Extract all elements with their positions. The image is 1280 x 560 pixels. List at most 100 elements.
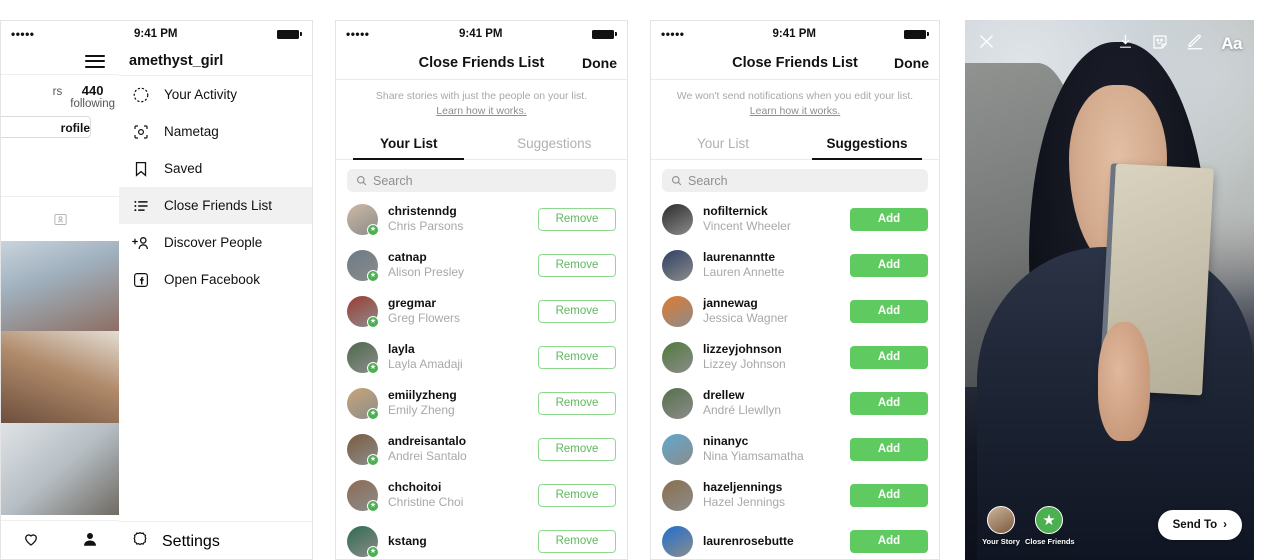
menu-item-close-friends-list[interactable]: Close Friends List xyxy=(119,187,312,224)
phone-panel-profile-menu: ••••• 9:41 PM rs 440 following rofile am… xyxy=(0,20,313,560)
list-item[interactable]: laurenrosebutte Add xyxy=(662,518,928,559)
sticker-icon[interactable] xyxy=(1151,33,1169,56)
list-item[interactable]: ★ layla Layla Amadaji Remove xyxy=(347,334,616,380)
avatar[interactable] xyxy=(662,479,693,511)
signal-dots-icon: ••••• xyxy=(346,27,370,41)
search-input[interactable]: Search xyxy=(347,169,616,193)
avatar[interactable] xyxy=(662,295,693,327)
close-icon[interactable] xyxy=(977,32,996,56)
close-friends-star-badge: ★ xyxy=(367,545,379,558)
menu-item-settings[interactable]: Settings xyxy=(119,521,312,559)
list-item-names: chchoitoi Christine Choi xyxy=(388,480,528,511)
search-input[interactable]: Search xyxy=(662,169,928,193)
list-item[interactable]: ★ christenndg Chris Parsons Remove xyxy=(347,196,616,242)
tab-your-list[interactable]: Your List xyxy=(651,129,795,159)
menu-item-your-activity[interactable]: Your Activity xyxy=(119,76,312,113)
add-button[interactable]: Add xyxy=(850,207,928,231)
add-button[interactable]: Add xyxy=(850,299,928,323)
list-item[interactable]: ninanyc Nina Yiamsamatha Add xyxy=(662,426,928,472)
list-item[interactable]: jannewag Jessica Wagner Add xyxy=(662,288,928,334)
tab-suggestions[interactable]: Suggestions xyxy=(795,129,939,161)
avatar[interactable] xyxy=(662,203,693,235)
menu-item-nametag[interactable]: Nametag xyxy=(119,113,312,150)
list-item-names: lizzeyjohnson Lizzey Johnson xyxy=(703,342,840,373)
remove-button[interactable]: Remove xyxy=(538,437,616,461)
list-item[interactable]: laurenanntte Lauren Annette Add xyxy=(662,242,928,288)
add-button[interactable]: Add xyxy=(850,529,928,553)
avatar[interactable]: ★ xyxy=(347,295,379,328)
list-item[interactable]: drellew André Llewllyn Add xyxy=(662,380,928,426)
remove-button[interactable]: Remove xyxy=(538,391,616,415)
avatar[interactable]: ★ xyxy=(347,479,379,512)
learn-how-it-works-link[interactable]: Learn how it works. xyxy=(436,105,526,117)
list-item-username: laurenanntte xyxy=(703,250,776,265)
menu-item-open-facebook[interactable]: Open Facebook xyxy=(119,261,312,298)
profile-underlay: rs 440 following rofile xyxy=(1,47,120,559)
add-button[interactable]: Add xyxy=(850,253,928,277)
download-icon[interactable] xyxy=(1117,33,1134,55)
list-item-username: kstang xyxy=(388,533,427,548)
profile-photo-2[interactable] xyxy=(1,331,119,423)
list-item[interactable]: nofilternick Vincent Wheeler Add xyxy=(662,196,928,242)
tagged-tab[interactable] xyxy=(1,196,119,241)
remove-button[interactable]: Remove xyxy=(538,345,616,369)
avatar[interactable] xyxy=(662,341,693,373)
menu-username: amethyst_girl xyxy=(129,53,224,69)
destination-close-friends[interactable]: ★ Close Friends xyxy=(1025,506,1075,546)
list-item-fullname: Layla Amadaji xyxy=(388,357,463,372)
remove-button[interactable]: Remove xyxy=(538,529,616,553)
avatar[interactable] xyxy=(662,525,693,557)
profile-photo-3[interactable] xyxy=(1,423,119,515)
list-item[interactable]: ★ chchoitoi Christine Choi Remove xyxy=(347,472,616,518)
avatar[interactable]: ★ xyxy=(347,249,379,282)
done-button[interactable]: Done xyxy=(582,55,617,71)
list-item[interactable]: hazeljennings Hazel Jennings Add xyxy=(662,472,928,518)
list-item[interactable]: ★ catnap Alison Presley Remove xyxy=(347,242,616,288)
hamburger-icon[interactable] xyxy=(85,51,105,71)
send-to-button[interactable]: Send To › xyxy=(1157,510,1242,540)
avatar[interactable]: ★ xyxy=(347,341,379,374)
story-toolbar: Aa xyxy=(965,32,1254,56)
remove-button[interactable]: Remove xyxy=(538,483,616,507)
remove-button[interactable]: Remove xyxy=(538,253,616,277)
add-button[interactable]: Add xyxy=(850,483,928,507)
remove-button[interactable]: Remove xyxy=(538,207,616,231)
edit-profile-button[interactable]: rofile xyxy=(1,116,91,138)
menu-item-saved[interactable]: Saved xyxy=(119,150,312,187)
list-item[interactable]: ★ gregmar Greg Flowers Remove xyxy=(347,288,616,334)
add-button[interactable]: Add xyxy=(850,391,928,415)
status-bar: ••••• 9:41 PM xyxy=(1,21,312,47)
done-button[interactable]: Done xyxy=(894,55,929,71)
heart-icon[interactable] xyxy=(22,530,40,553)
destination-label: Close Friends xyxy=(1025,537,1075,546)
battery-icon xyxy=(276,29,302,39)
avatar[interactable]: ★ xyxy=(347,525,379,558)
add-button[interactable]: Add xyxy=(850,437,928,461)
tab-your-list[interactable]: Your List xyxy=(336,129,482,161)
tab-bar: Your List Suggestions xyxy=(336,129,628,161)
avatar[interactable]: ★ xyxy=(347,433,379,466)
tab-suggestions[interactable]: Suggestions xyxy=(482,129,628,159)
list-item-fullname: Chris Parsons xyxy=(388,219,464,234)
list-item[interactable]: ★ andreisantalo Andrei Santalo Remove xyxy=(347,426,616,472)
list-item[interactable]: lizzeyjohnson Lizzey Johnson Add xyxy=(662,334,928,380)
list-item[interactable]: ★ emiilyzheng Emily Zheng Remove xyxy=(347,380,616,426)
avatar[interactable]: ★ xyxy=(347,387,379,420)
menu-item-discover-people[interactable]: Discover People xyxy=(119,224,312,261)
person-icon[interactable] xyxy=(81,530,99,553)
avatar[interactable] xyxy=(662,433,693,465)
destination-your-story[interactable]: Your Story xyxy=(977,506,1025,546)
profile-photo-1[interactable] xyxy=(1,241,119,331)
avatar[interactable]: ★ xyxy=(347,203,379,236)
text-aa-icon[interactable]: Aa xyxy=(1221,34,1242,54)
avatar[interactable] xyxy=(662,387,693,419)
activity-clock-icon xyxy=(131,85,151,105)
avatar[interactable] xyxy=(662,249,693,281)
list-item[interactable]: ★ kstang Remove xyxy=(347,518,616,559)
learn-how-it-works-link[interactable]: Learn how it works. xyxy=(750,105,840,117)
draw-pen-icon[interactable] xyxy=(1186,33,1204,56)
slide-out-menu: amethyst_girl Your Activity Nametag Save… xyxy=(85,47,312,559)
add-button[interactable]: Add xyxy=(850,345,928,369)
story-preview: Aa Your Story ★ Close Friends Send To › xyxy=(965,20,1254,560)
remove-button[interactable]: Remove xyxy=(538,299,616,323)
